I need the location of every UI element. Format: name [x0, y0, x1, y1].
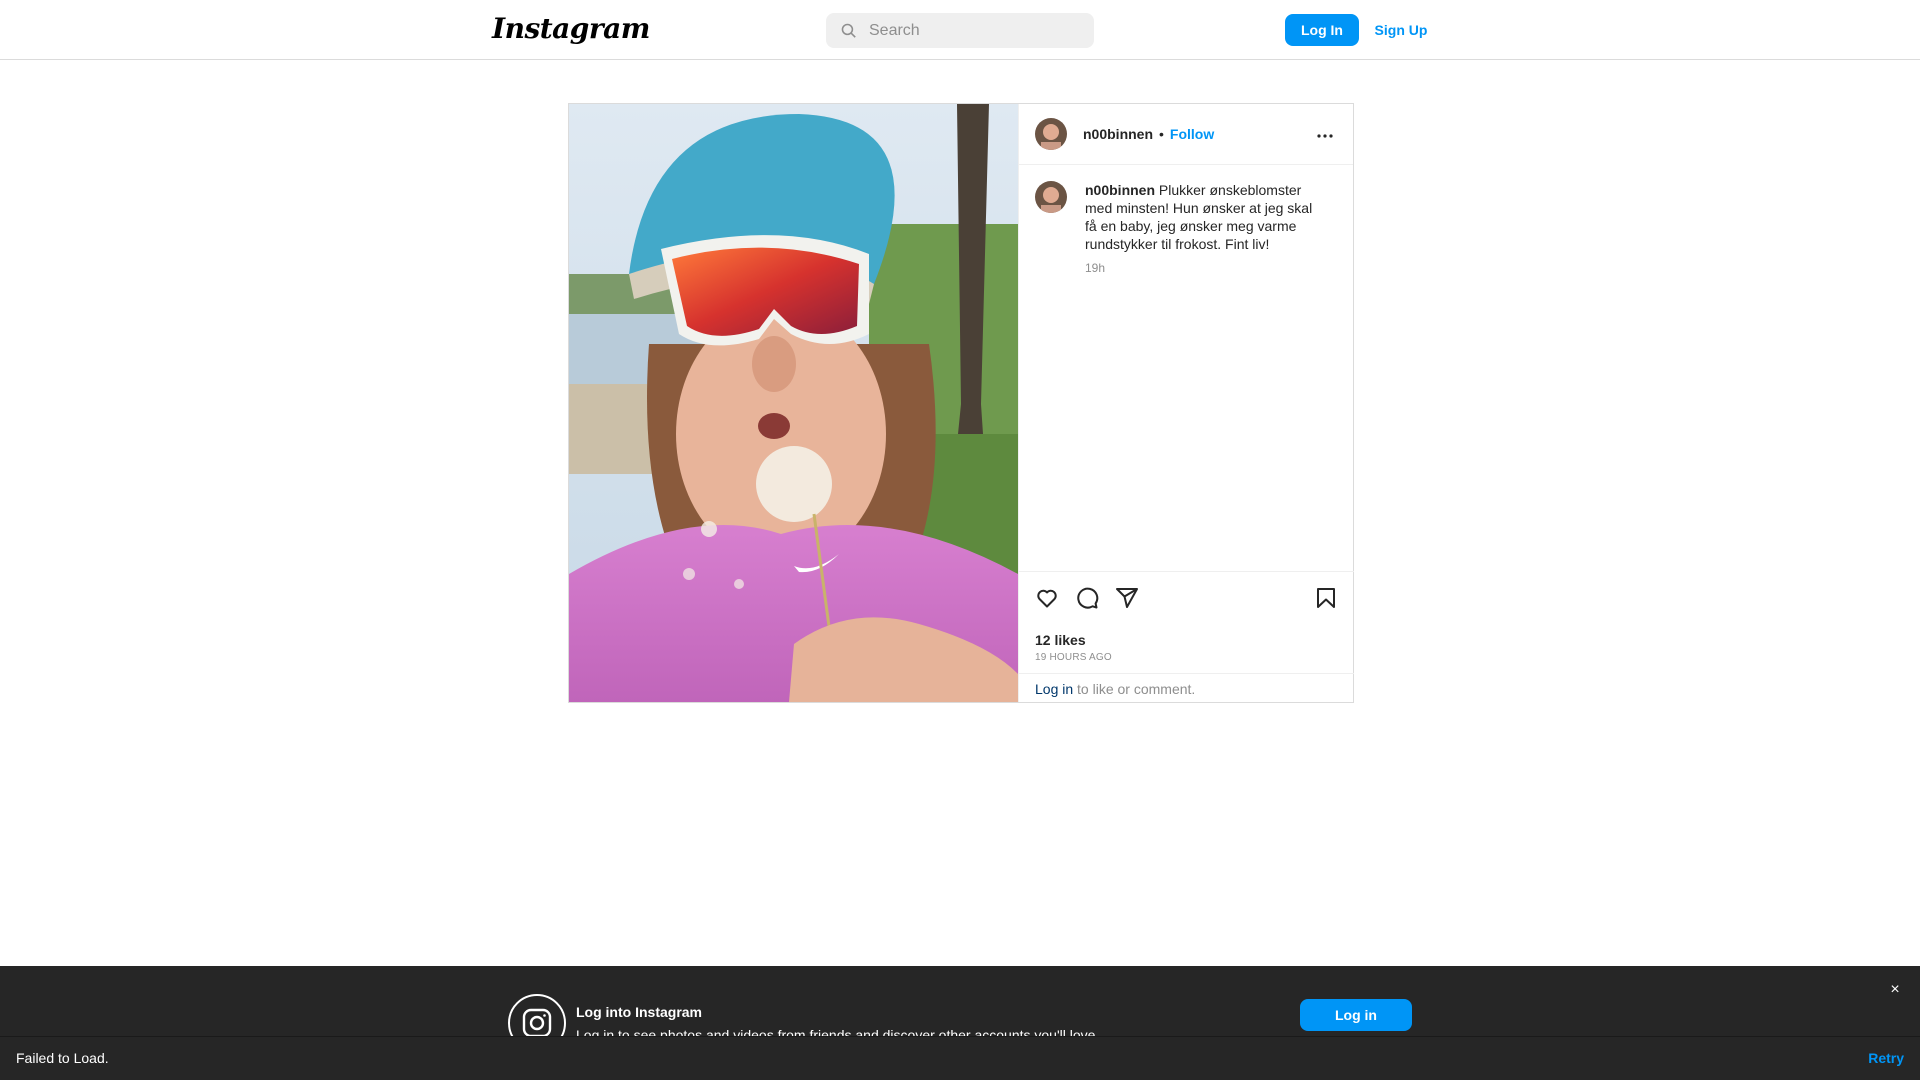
search-icon: [841, 23, 856, 38]
comment-icon[interactable]: [1075, 586, 1099, 610]
top-navbar: Instagram Log In Sign Up: [0, 0, 1920, 60]
post-photo[interactable]: [569, 104, 1018, 702]
post-caption: n00binnen Plukker ønskeblomster med mins…: [1035, 181, 1335, 275]
post-sidebar: n00binnen • Follow n00binnen Plukker øns…: [1018, 104, 1354, 702]
error-toast: Failed to Load. Retry: [0, 1036, 1920, 1080]
photo-illustration: [569, 104, 1018, 702]
caption-username[interactable]: n00binnen: [1085, 182, 1155, 198]
toast-message: Failed to Load.: [16, 1050, 109, 1066]
post-header: n00binnen • Follow: [1019, 104, 1353, 165]
retry-button[interactable]: Retry: [1868, 1050, 1904, 1066]
post-card: n00binnen • Follow n00binnen Plukker øns…: [568, 103, 1354, 703]
bookmark-icon[interactable]: [1314, 586, 1338, 610]
more-options-icon[interactable]: [1313, 124, 1337, 148]
post-username[interactable]: n00binnen: [1083, 126, 1153, 142]
banner-title: Log into Instagram: [576, 1004, 702, 1020]
heart-icon[interactable]: [1035, 586, 1059, 610]
share-icon[interactable]: [1115, 586, 1139, 610]
search-box[interactable]: [826, 13, 1094, 48]
follow-button[interactable]: Follow: [1170, 126, 1214, 142]
login-prompt-text: to like or comment.: [1073, 681, 1196, 697]
instagram-logo[interactable]: Instagram: [492, 12, 650, 45]
login-banner: Log into Instagram Log in to see photos …: [0, 966, 1920, 1052]
avatar[interactable]: [1035, 118, 1067, 150]
caption-text-block: n00binnen Plukker ønskeblomster med mins…: [1085, 181, 1317, 253]
likes-count[interactable]: 12 likes: [1035, 632, 1086, 648]
separator-dot: •: [1159, 126, 1164, 142]
caption-avatar[interactable]: [1035, 181, 1067, 213]
post-actions: 12 likes 19 HOURS AGO: [1019, 571, 1354, 673]
signup-button[interactable]: Sign Up: [1368, 14, 1434, 46]
search-input[interactable]: [869, 21, 1069, 40]
caption-timestamp[interactable]: 19h: [1085, 261, 1317, 275]
banner-login-button[interactable]: Log in: [1300, 999, 1412, 1031]
login-link[interactable]: Log in: [1035, 681, 1073, 697]
login-button[interactable]: Log In: [1285, 14, 1359, 46]
close-icon[interactable]: ×: [1886, 981, 1904, 999]
login-to-comment: Log in to like or comment.: [1019, 673, 1354, 702]
post-time-ago: 19 HOURS AGO: [1035, 652, 1112, 663]
